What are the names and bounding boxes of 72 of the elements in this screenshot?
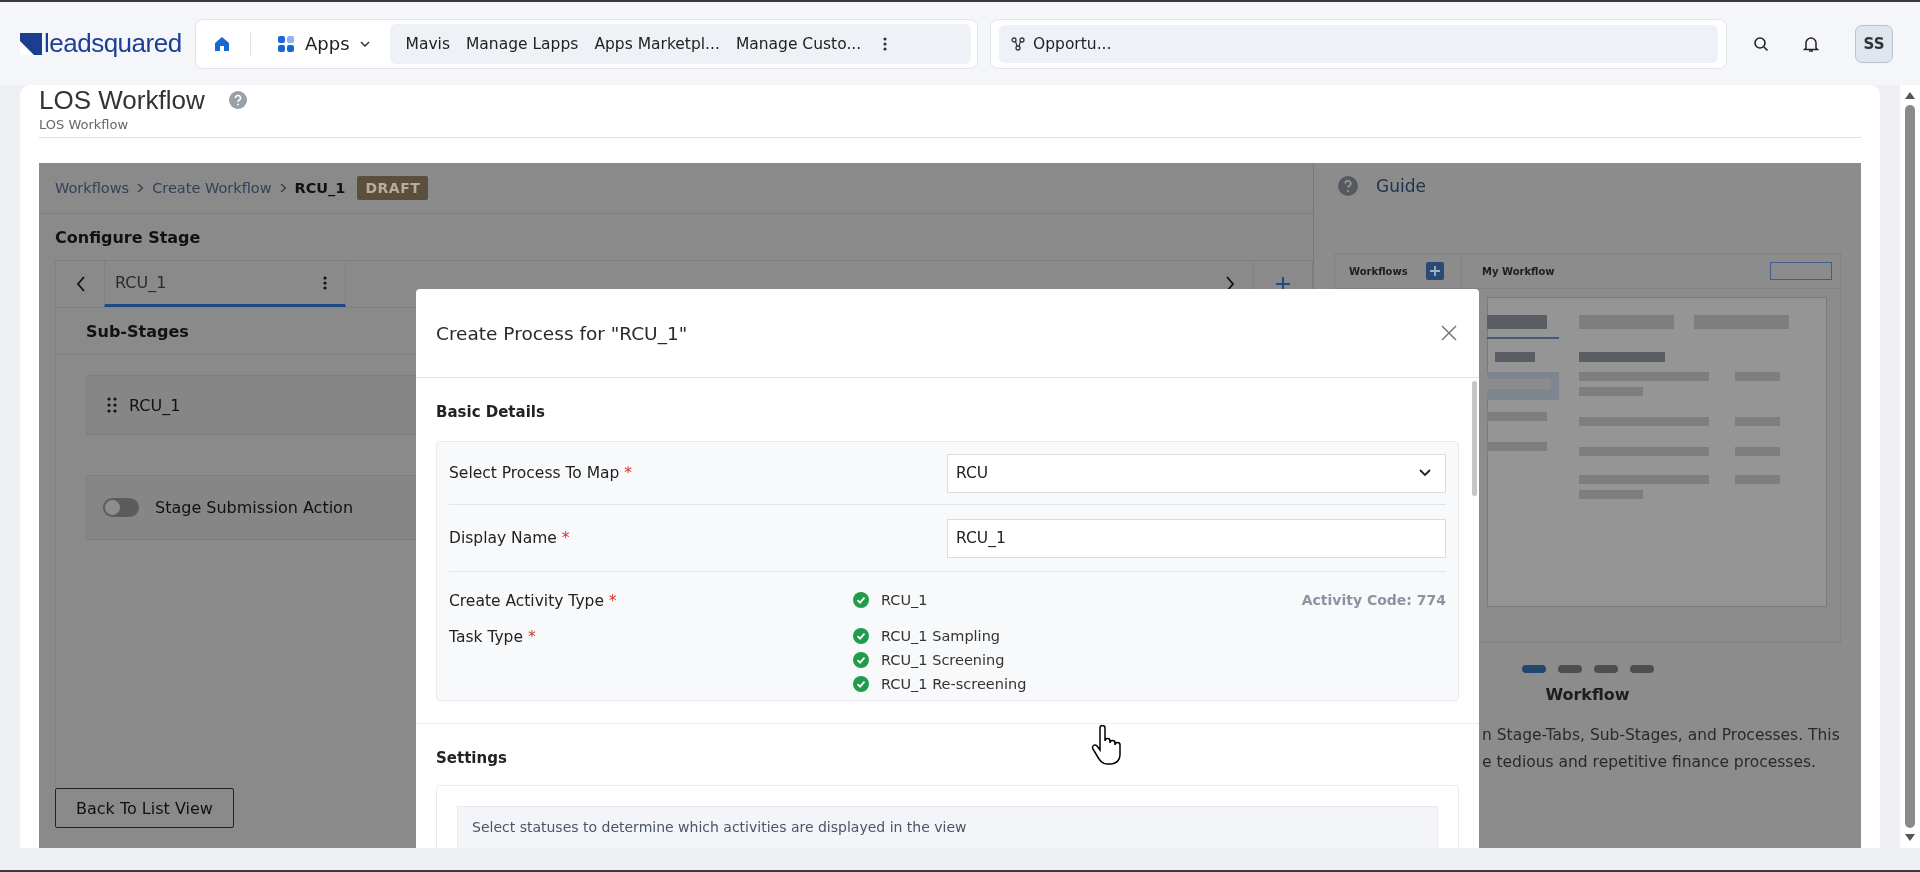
toggle-label: Stage Submission Action <box>155 498 354 517</box>
slide-title: Workflow <box>1544 685 1631 704</box>
input-field[interactable]: RCU_1 <box>947 518 1446 558</box>
bell-icon[interactable] <box>1803 34 1819 53</box>
slide-indicator[interactable] <box>1557 665 1582 673</box>
slide-indicator[interactable] <box>1521 665 1546 673</box>
field-label: Create Activity Type * <box>449 592 618 610</box>
scroll-up-icon[interactable] <box>1905 91 1915 99</box>
slide-indicator[interactable] <box>1593 665 1618 673</box>
page-subtitle: LOS Workflow <box>39 117 130 132</box>
scrollbar-thumb[interactable] <box>1472 381 1477 496</box>
chevron-left-icon[interactable] <box>76 276 86 292</box>
status-badge: DRAFT <box>357 176 429 200</box>
chevron-right-icon <box>279 183 287 193</box>
guide-description: e tedious and repetitive finance processes. <box>1482 752 1817 773</box>
preview-sidebar-title: Workflows <box>1349 265 1408 277</box>
tab-label: RCU_1 <box>115 273 167 292</box>
toggle-switch[interactable] <box>103 498 139 517</box>
help-icon[interactable] <box>228 91 247 109</box>
apps-menu[interactable]: Apps <box>263 25 382 62</box>
dialog-title: Create Process for "RCU_1" <box>436 322 688 344</box>
nav-item[interactable]: Apps Marketpl... <box>586 23 728 64</box>
activity-code: Activity Code: 774 <box>1301 592 1446 608</box>
settings-hint: Select statuses to determine which activities are displayed in the view <box>472 819 967 835</box>
field-label: Display Name * <box>449 529 571 547</box>
section-title: Configure Stage <box>54 226 202 249</box>
status-item: RCU_1 Sampling <box>881 628 1001 644</box>
logo-icon <box>20 32 42 55</box>
chevron-right-icon <box>137 183 145 193</box>
logo-text: leadsquared <box>44 28 182 59</box>
guide-title: Guide <box>1376 176 1426 196</box>
search-field[interactable]: Opportu... <box>999 24 1718 63</box>
status-item: RCU_1 <box>881 592 928 608</box>
check-circle-icon <box>853 592 869 608</box>
hand-pointer-icon <box>1091 725 1121 765</box>
back-button[interactable]: Back To List View <box>55 788 234 828</box>
guide-description: n Stage-Tabs, Sub-Stages, and Processes. This <box>1482 725 1841 746</box>
select-field[interactable]: RCU <box>947 453 1446 493</box>
drag-handle-icon[interactable] <box>107 397 117 413</box>
section-title: Basic Details <box>436 403 545 423</box>
field-label: Task Type * <box>449 628 537 646</box>
page-scrollbar[interactable] <box>1900 85 1920 848</box>
grid-icon <box>277 34 295 53</box>
close-icon[interactable] <box>1441 325 1457 341</box>
plus-icon <box>1425 262 1444 280</box>
check-circle-icon <box>853 676 869 692</box>
check-circle-icon <box>853 628 869 644</box>
home-icon <box>213 34 231 53</box>
plus-icon[interactable] <box>1276 277 1290 291</box>
preview-button-outline <box>1770 262 1832 280</box>
nav-item[interactable]: Manage Lapps <box>458 23 587 64</box>
nav-item[interactable]: Mavis <box>397 23 458 64</box>
breadcrumb-item: RCU_1 <box>294 180 346 196</box>
chevron-down-icon <box>1419 469 1431 477</box>
field-label: Select Process To Map * <box>449 464 634 482</box>
slide-indicator[interactable] <box>1629 665 1654 673</box>
check-circle-icon <box>853 652 869 668</box>
caret-icon <box>359 40 370 47</box>
user-avatar[interactable]: SS <box>1855 24 1893 63</box>
sub-stage-label: RCU_1 <box>129 395 181 415</box>
nodes-icon <box>1011 36 1025 51</box>
status-item: RCU_1 Re-screening <box>881 676 1027 692</box>
search-icon[interactable] <box>1753 35 1769 52</box>
status-item: RCU_1 Screening <box>881 652 1005 668</box>
preview-title: My Workflow <box>1482 265 1555 277</box>
scroll-down-icon[interactable] <box>1905 834 1915 842</box>
more-icon[interactable] <box>883 36 888 51</box>
stage-tab[interactable]: RCU_1 <box>104 261 346 307</box>
section-title: Settings <box>436 749 507 769</box>
nav-item[interactable]: Manage Custo... <box>727 23 870 64</box>
page-title: LOS Workflow <box>39 85 205 115</box>
more-icon[interactable] <box>323 275 327 290</box>
